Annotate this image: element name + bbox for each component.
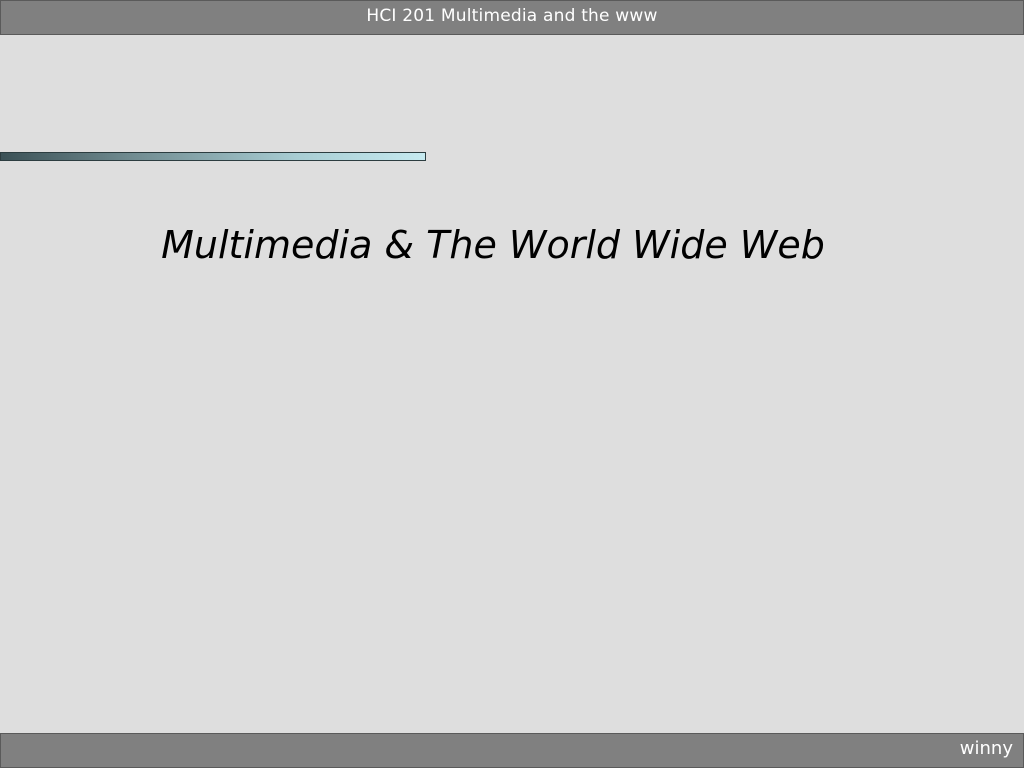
slide-title: Multimedia & The World Wide Web bbox=[161, 223, 825, 267]
footer-bar: winny bbox=[0, 733, 1024, 768]
accent-bar bbox=[0, 152, 426, 161]
header-bar: HCI 201 Multimedia and the www bbox=[0, 0, 1024, 35]
header-title: HCI 201 Multimedia and the www bbox=[366, 5, 658, 26]
footer-author: winny bbox=[959, 738, 1013, 759]
